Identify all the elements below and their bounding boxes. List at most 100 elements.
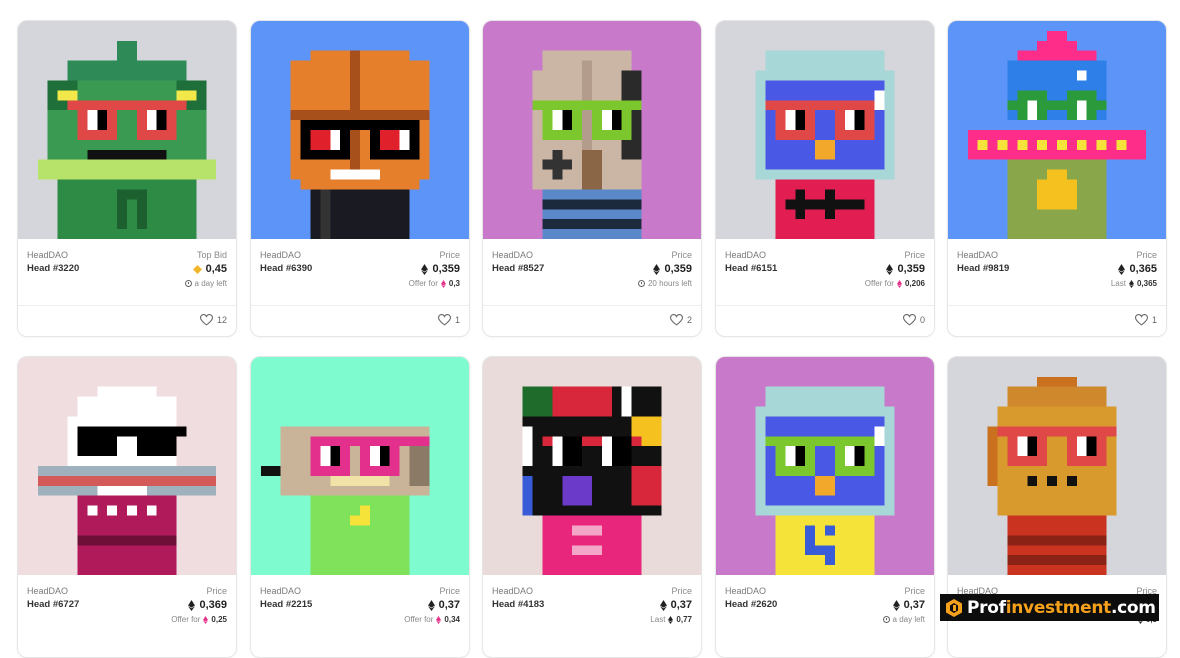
offer-info: Offer for 0,34 — [404, 615, 460, 624]
price-value: 0,45 — [192, 263, 227, 275]
like-count: 1 — [454, 315, 460, 325]
eth-icon — [892, 599, 900, 611]
nft-image-frog[interactable] — [18, 21, 236, 239]
nft-name[interactable]: Head #3220 — [27, 263, 79, 274]
nft-image-hood[interactable] — [483, 21, 701, 239]
time-left: a day left — [184, 279, 227, 288]
nft-card[interactable]: HeadDAO Head #4183 Price 0,37 Last 0,77 — [482, 356, 702, 658]
heart-icon — [902, 314, 916, 326]
nft-card[interactable]: HeadDAO Head #2215 Price 0,37 Offer for … — [250, 356, 470, 658]
nft-card[interactable]: HeadDAO Head #3220 Top Bid 0,45 a day le… — [17, 20, 237, 337]
nft-name[interactable]: Head #6727 — [27, 599, 79, 610]
nft-image-fishbowl[interactable] — [716, 21, 934, 239]
clock-icon — [184, 280, 192, 287]
like-count: 1 — [1151, 315, 1157, 325]
like-button[interactable]: 1 — [1134, 314, 1157, 326]
nft-card[interactable]: HeadDAO Head #9819 Price 0,365 Last 0,36… — [947, 20, 1167, 337]
price-value: 0,369 — [188, 599, 227, 611]
offer-info: Offer for 0,25 — [171, 615, 227, 624]
nft-image-basketball[interactable] — [251, 21, 469, 239]
collection-name[interactable]: HeadDAO — [725, 586, 766, 596]
price-label: Price — [671, 586, 692, 596]
price-label: Price — [439, 586, 460, 596]
nft-name[interactable]: Head #2215 — [260, 599, 312, 610]
collection-name[interactable]: HeadDAO — [27, 250, 68, 260]
price-label: Price — [671, 250, 692, 260]
time-left: a day left — [882, 615, 925, 624]
heart-icon — [437, 314, 451, 326]
hexagon-logo-icon — [946, 598, 962, 617]
eth-icon — [659, 599, 667, 611]
nft-name[interactable]: Head #8527 — [492, 263, 544, 274]
clock-icon — [637, 280, 645, 287]
like-count: 2 — [686, 315, 692, 325]
nft-card[interactable]: HeadDAO Head #6390 Price 0,359 Offer for… — [250, 20, 470, 337]
nft-image-cube[interactable] — [483, 357, 701, 575]
nft-image-robot[interactable] — [251, 357, 469, 575]
price-label: Price — [439, 250, 460, 260]
price-value: 0,359 — [653, 263, 692, 275]
nft-image-fishbowl-yellow[interactable] — [716, 357, 934, 575]
collection-name[interactable]: HeadDAO — [260, 250, 301, 260]
time-left: 20 hours left — [637, 279, 692, 288]
price-value: 0,359 — [886, 263, 925, 275]
eth-icon — [440, 279, 446, 288]
collection-name[interactable]: HeadDAO — [492, 250, 533, 260]
clock-icon — [882, 616, 890, 623]
eth-icon — [1128, 279, 1134, 288]
heart-icon — [199, 314, 213, 326]
price-label: Price — [904, 250, 925, 260]
eth-icon — [436, 615, 442, 624]
watermark-text: Profinvestment.com — [967, 597, 1156, 618]
like-count: 0 — [919, 315, 925, 325]
nft-image-monster[interactable] — [948, 357, 1166, 575]
price-label: Price — [206, 586, 227, 596]
collection-name[interactable]: HeadDAO — [27, 586, 68, 596]
price-label: Price — [1136, 250, 1157, 260]
like-count: 12 — [216, 315, 227, 325]
nft-card[interactable]: HeadDAO Head #6151 Price 0,359 Offer for… — [715, 20, 935, 337]
last-sale-info: Last 0,365 — [1110, 279, 1157, 288]
like-button[interactable]: 2 — [669, 314, 692, 326]
price-label: Price — [904, 586, 925, 596]
collection-name[interactable]: HeadDAO — [260, 586, 301, 596]
eth-icon — [886, 263, 894, 275]
nft-name[interactable]: Head #4183 — [492, 599, 544, 610]
like-button[interactable]: 0 — [902, 314, 925, 326]
price-value: 0,37 — [892, 599, 925, 611]
eth-icon — [653, 263, 661, 275]
nft-card[interactable]: HeadDAO Head #2620 Price 0,37 a day left — [715, 356, 935, 658]
collection-name[interactable]: HeadDAO — [492, 586, 533, 596]
eth-icon — [896, 279, 902, 288]
price-value: 0,37 — [427, 599, 460, 611]
nft-card[interactable]: HeadDAO Head #6727 Price 0,369 Offer for… — [17, 356, 237, 658]
heart-icon — [669, 314, 683, 326]
collection-name[interactable]: HeadDAO — [725, 250, 766, 260]
heart-icon — [1134, 314, 1148, 326]
nft-name[interactable]: Head #6390 — [260, 263, 312, 274]
like-button[interactable]: 1 — [437, 314, 460, 326]
price-label: Top Bid — [196, 250, 227, 260]
collection-name[interactable]: HeadDAO — [957, 250, 998, 260]
offer-info: Offer for 0,206 — [864, 279, 925, 288]
last-sale-info: Last 0,77 — [650, 615, 692, 624]
nft-name[interactable]: Head #6151 — [725, 263, 777, 274]
price-value: 0,37 — [659, 599, 692, 611]
nft-card[interactable]: HeadDAO Head #8527 Price 0,359 20 hours … — [482, 20, 702, 337]
like-button[interactable]: 12 — [199, 314, 227, 326]
price-value: 0,365 — [1118, 263, 1157, 275]
offer-info: Offer for 0,3 — [408, 279, 460, 288]
eth-icon — [427, 599, 435, 611]
eth-icon — [421, 263, 429, 275]
price-value: 0,359 — [421, 263, 460, 275]
eth-icon — [1118, 263, 1126, 275]
eth-icon — [668, 615, 674, 624]
nft-image-ufo[interactable] — [948, 21, 1166, 239]
nft-name[interactable]: Head #9819 — [957, 263, 1009, 274]
profinvestment-watermark: Profinvestment.com — [940, 594, 1159, 621]
eth-icon — [203, 615, 209, 624]
nft-name[interactable]: Head #2620 — [725, 599, 777, 610]
nft-image-chef[interactable] — [18, 357, 236, 575]
eth-icon — [188, 599, 196, 611]
weth-icon — [192, 264, 202, 274]
